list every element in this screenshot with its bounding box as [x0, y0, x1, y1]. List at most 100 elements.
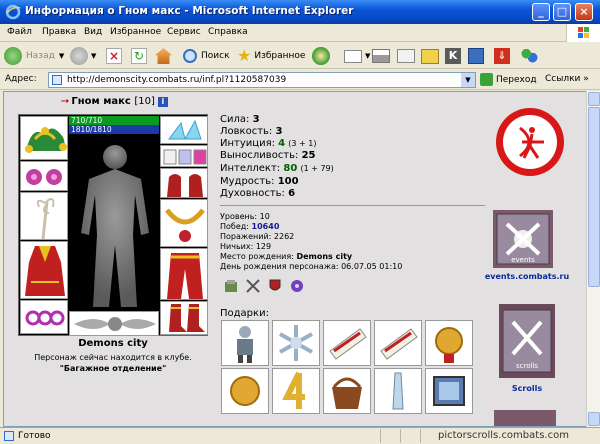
- gift-item[interactable]: [221, 368, 269, 414]
- stat-label: Интеллект:: [220, 163, 281, 174]
- go-button[interactable]: Переход: [480, 73, 537, 86]
- forward-button[interactable]: ▼: [70, 46, 96, 66]
- back-button[interactable]: Назад ▼: [4, 46, 64, 66]
- research-icon: [468, 48, 484, 64]
- status-separator: [400, 429, 401, 443]
- menu-view[interactable]: Вид: [84, 27, 102, 37]
- gift-item[interactable]: [221, 320, 269, 366]
- helmet-slot[interactable]: [20, 116, 68, 160]
- events-link[interactable]: events.combats.ru: [482, 272, 572, 281]
- address-input[interactable]: http://demonscity.combats.ru/inf.pl?1120…: [48, 72, 476, 88]
- info-draws: Ничьих: 129: [220, 242, 271, 251]
- scrolls-banner[interactable]: scrolls: [499, 304, 555, 378]
- refresh-icon: ↻: [131, 48, 147, 64]
- info-birthday: День рождения персонажа: 06.07.05 01:10: [220, 262, 402, 271]
- scrolls-link[interactable]: Scrolls: [482, 384, 572, 393]
- edit-button[interactable]: [397, 46, 415, 66]
- vertical-scrollbar[interactable]: [586, 91, 600, 427]
- chevron-down-icon[interactable]: ▼: [461, 73, 475, 87]
- messenger-button[interactable]: K: [445, 46, 461, 66]
- swords-icon[interactable]: [245, 278, 261, 294]
- chevron-down-icon: ▼: [365, 52, 371, 60]
- hp-bar: 710/710: [69, 116, 159, 125]
- necklace-icon: [165, 208, 205, 242]
- menu-help[interactable]: Справка: [208, 27, 248, 37]
- page-icon: [4, 431, 14, 441]
- address-label: Адрес:: [5, 74, 37, 84]
- stat-intuition: Интуиция: 4 (3 + 1): [220, 138, 317, 149]
- gift-item[interactable]: [374, 368, 422, 414]
- info-label: Место рождения:: [220, 252, 294, 261]
- stat-spirituality: Духовность: 6: [220, 188, 295, 199]
- stop-button[interactable]: ×: [106, 46, 122, 66]
- mail-button[interactable]: ▼: [344, 46, 370, 66]
- boots-slot[interactable]: [160, 301, 208, 335]
- print-button[interactable]: [372, 46, 390, 66]
- search-button[interactable]: Поиск: [183, 46, 230, 66]
- maximize-button[interactable]: □: [553, 3, 571, 21]
- necklace-slot[interactable]: [160, 199, 208, 247]
- links-button[interactable]: Ссылки »: [545, 74, 589, 84]
- gift-item[interactable]: [323, 368, 371, 414]
- menu-edit[interactable]: Правка: [42, 27, 76, 37]
- scroll-down-button[interactable]: [588, 412, 600, 426]
- ie-logo-icon: [5, 4, 21, 20]
- home-button[interactable]: [155, 46, 172, 66]
- info-icon[interactable]: i: [157, 97, 168, 107]
- info-birthplace: Место рождения: Demons city: [220, 252, 352, 261]
- msn-button[interactable]: [520, 46, 538, 66]
- close-button[interactable]: ×: [575, 3, 593, 21]
- info-value: 2262: [273, 232, 295, 241]
- rings-slot[interactable]: [20, 300, 68, 334]
- gift-item[interactable]: [323, 320, 371, 366]
- gift-item[interactable]: [272, 320, 320, 366]
- download-button[interactable]: ⇓: [494, 46, 510, 66]
- gift-item[interactable]: [425, 320, 473, 366]
- gloves-slot[interactable]: [160, 168, 208, 198]
- stat-strength: Сила: 3: [220, 114, 260, 125]
- gold-medal-icon: [230, 376, 260, 406]
- winged-emblem-icon: [74, 317, 156, 331]
- armor-slot[interactable]: [20, 241, 68, 299]
- status-site: pictorscrolls.combats.com: [438, 430, 569, 441]
- go-label: Переход: [496, 74, 537, 85]
- info-losses: Поражений: 2262: [220, 232, 294, 241]
- research-button[interactable]: [468, 46, 484, 66]
- clan-icon[interactable]: [223, 278, 239, 294]
- refresh-button[interactable]: ↻: [131, 46, 147, 66]
- runes-slot[interactable]: [160, 145, 208, 167]
- discuss-button[interactable]: [421, 46, 439, 66]
- character-name[interactable]: Гном макс: [71, 96, 130, 107]
- chevron-down-icon: ▼: [58, 52, 65, 60]
- gift-item[interactable]: [374, 320, 422, 366]
- stat-endurance: Выносливость: 25: [220, 150, 316, 161]
- info-level: Уровень: 10: [220, 212, 270, 221]
- k-icon: K: [445, 48, 461, 64]
- history-button[interactable]: [312, 46, 330, 66]
- favorites-button[interactable]: ★ Избранное: [237, 46, 305, 66]
- menu-tools[interactable]: Сервис: [167, 27, 201, 37]
- arrow-icon: ➙: [61, 96, 70, 107]
- minimize-button[interactable]: _: [532, 3, 550, 21]
- magic-icon[interactable]: [289, 278, 305, 294]
- gift-item[interactable]: [425, 368, 473, 414]
- pants-slot[interactable]: [160, 248, 208, 300]
- weapon-slot[interactable]: [20, 192, 68, 240]
- bracer-slot[interactable]: [160, 116, 208, 144]
- go-arrow-icon: [480, 73, 493, 86]
- menu-file[interactable]: Файл: [7, 27, 32, 37]
- mail-icon: [344, 49, 362, 63]
- boots-icon: [169, 304, 205, 332]
- info-label: Побед:: [220, 222, 249, 231]
- menu-favorites[interactable]: Избранное: [110, 27, 161, 37]
- scroll-up-button[interactable]: [588, 92, 600, 106]
- gloves-icon: [167, 174, 203, 197]
- scroll-thumb[interactable]: [588, 107, 600, 287]
- search-label: Поиск: [201, 51, 230, 61]
- amulet-banner-slot[interactable]: [69, 311, 159, 336]
- earrings-slot[interactable]: [20, 161, 68, 191]
- gift-item[interactable]: [272, 368, 320, 414]
- events-banner[interactable]: events: [493, 210, 553, 268]
- shield-icon[interactable]: [267, 278, 283, 294]
- archer-logo-icon[interactable]: [494, 106, 566, 178]
